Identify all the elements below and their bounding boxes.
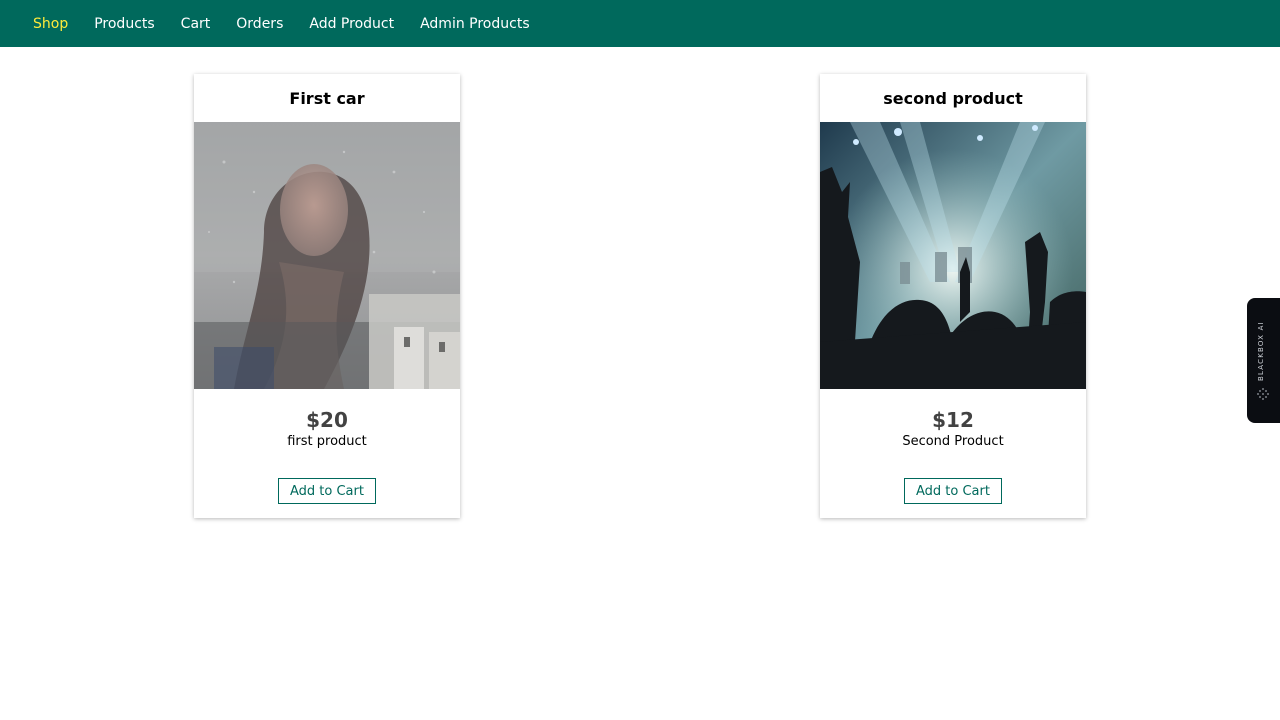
- product-description: Second Product: [902, 434, 1004, 449]
- product-image: [194, 122, 460, 389]
- product-title: First car: [289, 88, 365, 108]
- blackbox-logo-icon: [1257, 388, 1269, 400]
- main-nav: Shop Products Cart Orders Add Product Ad…: [33, 0, 556, 47]
- add-to-cart-button[interactable]: Add to Cart: [278, 478, 376, 504]
- product-photo-concert: [820, 122, 1086, 389]
- product-image: [820, 122, 1086, 389]
- product-description: first product: [287, 434, 367, 449]
- product-title: second product: [883, 88, 1023, 108]
- nav-item-orders[interactable]: Orders: [236, 16, 283, 32]
- widget-label: BLACKBOX AI: [1257, 321, 1265, 381]
- main-header: Shop Products Cart Orders Add Product Ad…: [0, 0, 1280, 47]
- product-price: $20: [306, 408, 348, 432]
- product-photo-woman-window: [194, 122, 460, 389]
- nav-item-products[interactable]: Products: [94, 16, 154, 32]
- nav-item-add-product[interactable]: Add Product: [309, 16, 394, 32]
- product-card: second product $12 Second Product Add to…: [820, 74, 1086, 518]
- product-price: $12: [932, 408, 974, 432]
- add-to-cart-button[interactable]: Add to Cart: [904, 478, 1002, 504]
- product-card: First car $20 first product Add to Cart: [194, 74, 460, 518]
- nav-item-admin-products[interactable]: Admin Products: [420, 16, 530, 32]
- blackbox-ai-widget[interactable]: BLACKBOX AI: [1247, 298, 1280, 423]
- nav-item-cart[interactable]: Cart: [181, 16, 211, 32]
- nav-item-shop[interactable]: Shop: [33, 16, 68, 32]
